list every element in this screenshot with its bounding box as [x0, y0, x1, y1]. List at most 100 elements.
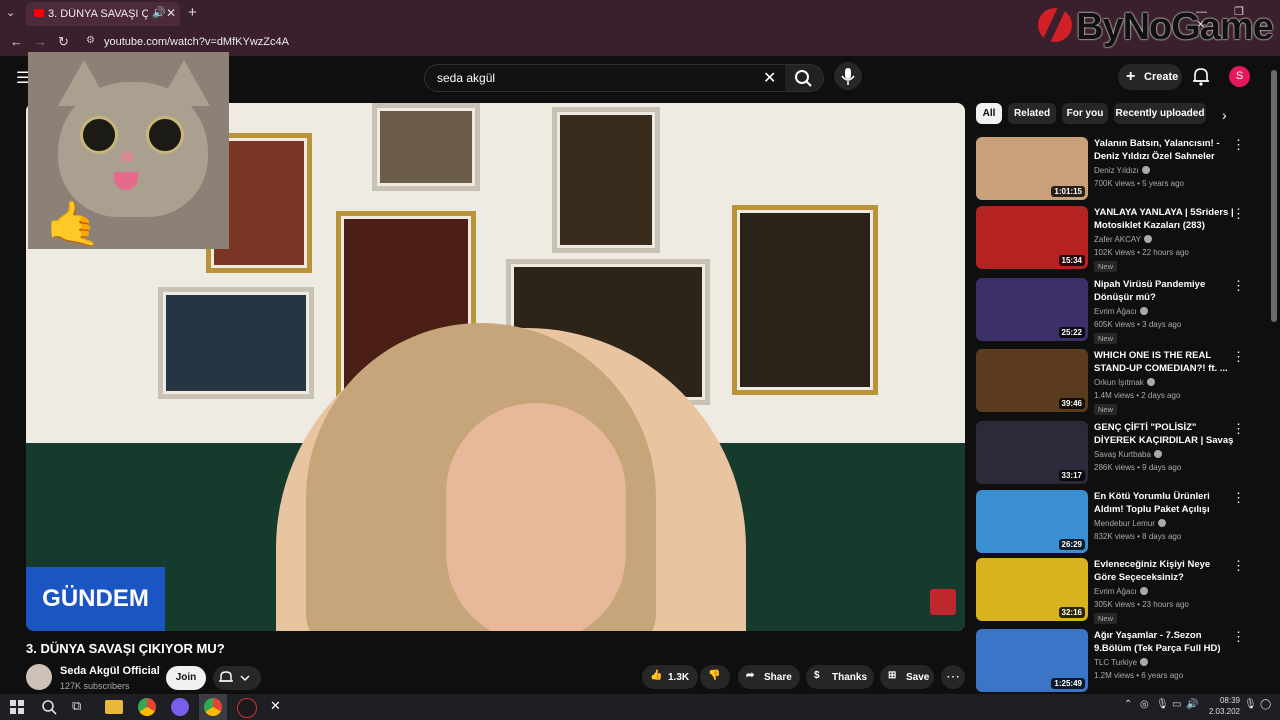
recommendation-channel[interactable]: Zafer AKCAY [1094, 235, 1152, 244]
chip-for-you[interactable]: For you [1062, 103, 1108, 124]
url-text: youtube.com/watch?v=dMfKYwzZc4A [104, 36, 289, 48]
recommendation-title[interactable]: Evleneceğiniz Kişiyi Neye Göre Seçeceksi… [1094, 558, 1234, 584]
forward-arrow-icon[interactable]: → [34, 34, 47, 49]
recommendation-card[interactable]: 15:34 YANLAYA YANLAYA | 5Sriders | Motosi… [976, 206, 1266, 272]
tray-mic-icon[interactable]: 🎙 [1156, 699, 1169, 710]
video-duration: 15:34 [1058, 255, 1085, 266]
windows-start-icon[interactable] [8, 698, 26, 716]
more-options-icon[interactable]: ⋮ [1232, 629, 1245, 645]
new-tab-button[interactable]: + [188, 4, 197, 21]
url-field[interactable]: ⚙ youtube.com/watch?v=dMfKYwzZc4A [82, 32, 642, 52]
tab-close-icon[interactable]: ✕ [166, 6, 176, 20]
recommendation-card[interactable]: 32:16 Evleneceğiniz Kişiyi Neye Göre Seçe… [976, 558, 1266, 624]
more-options-icon[interactable]: ⋮ [1232, 490, 1245, 506]
recommendation-card[interactable]: 1:01:15 Yalanın Batsın, Yalancısın! - Den… [976, 137, 1266, 201]
recommendation-title[interactable]: WHICH ONE IS THE REAL STAND-UP COMEDIAN?… [1094, 349, 1234, 375]
chrome-icon[interactable] [138, 698, 156, 716]
recommendation-title[interactable]: Yalanın Batsın, Yalancısın! - Deniz Yıld… [1094, 137, 1234, 163]
tray-app-icon[interactable]: ◎ [1140, 699, 1149, 710]
recommendation-thumbnail[interactable]: 26:29 [976, 490, 1088, 553]
thanks-button[interactable]: $ Thanks [806, 665, 874, 689]
recommendation-card[interactable]: 1:25:49 Ağır Yaşamlar - 7.Sezon 9.Bölüm (… [976, 629, 1266, 693]
task-view-icon[interactable]: ⧉ [72, 698, 90, 716]
join-button[interactable]: Join [166, 666, 206, 690]
recommendation-title[interactable]: En Kötü Yorumlu Ürünleri Aldım! Toplu Pa… [1094, 490, 1234, 516]
recommendation-channel-name: Zafer AKCAY [1094, 235, 1141, 244]
recommendation-card[interactable]: 33:17 GENÇ ÇİFTİ "POLİSİZ" DİYEREK KAÇIRD… [976, 421, 1266, 485]
recommendation-channel[interactable]: Savaş Kurtbaba [1094, 450, 1162, 459]
tab-audio-icon[interactable]: 🔊 [152, 6, 166, 19]
recommendation-channel[interactable]: Mendebur Lemur [1094, 519, 1166, 528]
tab-search-chevron-icon[interactable]: ⌄ [6, 6, 15, 19]
create-button[interactable]: + Create [1118, 64, 1182, 90]
more-options-icon[interactable]: ⋮ [1232, 421, 1245, 437]
verified-check-icon [1139, 307, 1148, 315]
more-options-icon[interactable]: ⋮ [1232, 349, 1245, 365]
chip-recently-uploaded[interactable]: Recently uploaded [1114, 103, 1206, 124]
search-button[interactable] [785, 65, 823, 91]
notifications-bell-icon[interactable] [1192, 66, 1210, 86]
recommendation-card[interactable]: 26:29 En Kötü Yorumlu Ürünleri Aldım! Top… [976, 490, 1266, 554]
recommendation-title[interactable]: GENÇ ÇİFTİ "POLİSİZ" DİYEREK KAÇIRDILAR … [1094, 421, 1234, 447]
obs-icon[interactable] [237, 698, 257, 718]
voice-search-button[interactable] [834, 62, 862, 90]
recommendation-channel[interactable]: TLC Turkiye [1094, 658, 1149, 667]
dislike-button[interactable]: 👎 [700, 665, 730, 689]
tray-mic-mute-icon[interactable]: 🎙 [1244, 699, 1257, 710]
back-arrow-icon[interactable]: ← [10, 34, 23, 49]
recommendation-channel[interactable]: Evrim Ağacı [1094, 587, 1148, 596]
site-info-icon[interactable]: ⚙ [86, 35, 95, 46]
verified-check-icon [1143, 235, 1152, 243]
more-options-icon[interactable]: ⋮ [1232, 206, 1245, 222]
user-avatar[interactable]: S [1229, 66, 1250, 87]
recommendation-title[interactable]: Nipah Virüsü Pandemiye Dönüşür mü? [1094, 278, 1234, 304]
file-explorer-icon[interactable] [105, 700, 123, 714]
recommendation-thumbnail[interactable]: 32:16 [976, 558, 1088, 621]
more-options-icon[interactable]: ⋮ [1232, 278, 1245, 294]
subscription-bell-button[interactable] [213, 666, 261, 690]
recommendation-thumbnail[interactable]: 1:25:49 [976, 629, 1088, 692]
recommendation-title[interactable]: YANLAYA YANLAYA | 5Sriders | Motosiklet … [1094, 206, 1234, 232]
chip-next-arrow-icon[interactable]: › [1222, 107, 1227, 123]
recommendation-thumbnail[interactable]: 39:46 [976, 349, 1088, 412]
recommendation-title[interactable]: Ağır Yaşamlar - 7.Sezon 9.Bölüm (Tek Par… [1094, 629, 1234, 655]
chip-all[interactable]: All [976, 103, 1002, 124]
recommendation-channel[interactable]: Deniz Yıldızı [1094, 166, 1150, 175]
recommendation-card[interactable]: 25:22 Nipah Virüsü Pandemiye Dönüşür mü? E… [976, 278, 1266, 344]
more-options-icon[interactable]: ⋮ [1232, 558, 1245, 574]
new-badge: New [1094, 404, 1118, 415]
chip-related[interactable]: Related [1008, 103, 1056, 124]
browser-tab[interactable]: 3. DÜNYA SAVAŞI ÇIKIYOR MU? 🔊 ✕ [26, 2, 180, 26]
recommendation-channel[interactable]: Orkun Işıtmak [1094, 378, 1155, 387]
more-options-icon[interactable]: ⋮ [1232, 137, 1245, 153]
recommendation-card[interactable]: 39:46 WHICH ONE IS THE REAL STAND-UP COME… [976, 349, 1266, 415]
page-scrollbar[interactable] [1271, 70, 1277, 322]
chrome-active-icon[interactable] [204, 698, 222, 716]
system-clock[interactable]: 08:39 2.03.202 [1196, 695, 1240, 717]
search-box[interactable]: ✕ [424, 64, 824, 92]
notification-center-icon[interactable]: ◯ [1260, 699, 1271, 710]
tray-network-icon[interactable]: ▭ [1172, 699, 1181, 710]
tray-chevron-icon[interactable]: ⌃ [1124, 699, 1132, 710]
share-button[interactable]: ➦ Share [738, 665, 800, 689]
more-actions-button[interactable]: ⋯ [941, 665, 965, 689]
like-button[interactable]: 👍 1.3K [642, 665, 698, 689]
recommendation-thumbnail[interactable]: 25:22 [976, 278, 1088, 341]
clear-search-icon[interactable]: ✕ [763, 68, 776, 88]
recommendation-thumbnail[interactable]: 33:17 [976, 421, 1088, 484]
save-button[interactable]: ⊞ Save [880, 665, 934, 689]
recommendation-thumbnail[interactable]: 15:34 [976, 206, 1088, 269]
watermark-text: ByNoGame [1076, 6, 1274, 48]
search-input[interactable] [435, 70, 759, 86]
painting-frame [732, 205, 878, 395]
profile-browser-icon[interactable] [171, 698, 189, 716]
reload-icon[interactable]: ↻ [58, 34, 69, 50]
new-badge: New [1094, 613, 1118, 624]
channel-avatar[interactable] [26, 664, 52, 690]
capcut-icon[interactable]: ✕ [270, 698, 288, 716]
channel-name[interactable]: Seda Akgül Official [60, 665, 160, 677]
recommendation-channel[interactable]: Evrim Ağacı [1094, 307, 1148, 316]
taskbar-search-icon[interactable] [40, 698, 58, 716]
recommendation-meta: 700K views • 5 years ago [1094, 179, 1184, 188]
recommendation-thumbnail[interactable]: 1:01:15 [976, 137, 1088, 200]
